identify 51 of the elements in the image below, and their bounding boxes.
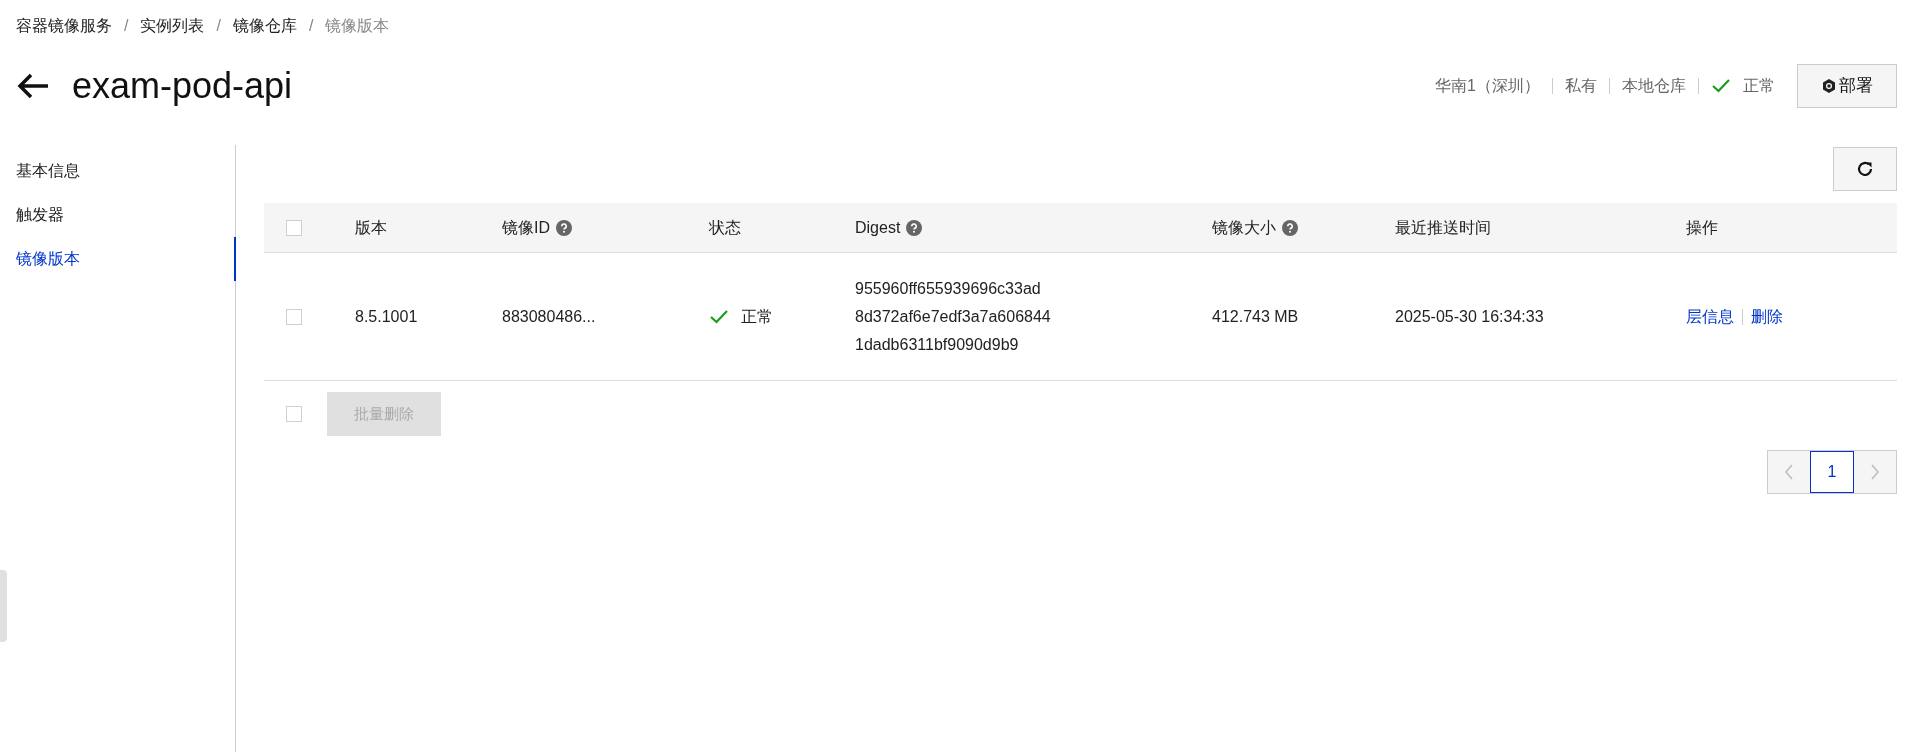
column-header: Digest <box>855 217 901 238</box>
breadcrumb-item[interactable]: 实例列表 <box>140 14 205 38</box>
side-tab[interactable] <box>0 570 7 642</box>
help-icon[interactable] <box>1282 219 1298 236</box>
status-text: 正常 <box>1743 76 1775 96</box>
breadcrumb-separator: / <box>308 16 314 36</box>
check-icon <box>1711 78 1731 94</box>
table-cell: 412.743 MB <box>1212 307 1299 325</box>
checkbox[interactable] <box>286 406 302 422</box>
column-header: 镜像ID <box>502 217 550 238</box>
breadcrumb-separator: / <box>124 16 129 36</box>
page-button[interactable]: 1 <box>1810 451 1854 493</box>
table-cell: 2025-05-30 16:34:33 <box>1395 307 1544 325</box>
previous-page-button[interactable] <box>1768 451 1810 493</box>
table-cell: 883080486... <box>502 307 596 325</box>
deploy-button[interactable]: 部署 <box>1797 64 1897 108</box>
column-header: 操作 <box>1686 217 1718 238</box>
column-header: 状态 <box>709 217 741 238</box>
refresh-button[interactable] <box>1833 147 1897 191</box>
next-page-button[interactable] <box>1854 451 1896 493</box>
breadcrumb-item[interactable]: 容器镜像服务 <box>16 14 112 38</box>
help-icon[interactable] <box>556 219 572 236</box>
action-link[interactable]: 删除 <box>1751 304 1783 329</box>
status-text: 正常 <box>741 306 773 327</box>
cube-icon <box>1821 78 1837 94</box>
sidebar-item[interactable]: 触发器 <box>0 193 236 237</box>
digest-line: 1dadb6311bf9090d9b9 <box>855 334 1020 355</box>
table-cell: 8.5.1001 <box>355 307 418 325</box>
page-title: exam-pod-api <box>72 64 293 108</box>
column-header: 镜像大小 <box>1212 217 1276 238</box>
repo-type-text: 本地仓库 <box>1622 76 1686 96</box>
chevron-right-icon <box>1870 463 1880 481</box>
sidebar-item[interactable]: 基本信息 <box>0 149 236 193</box>
column-header: 最近推送时间 <box>1395 217 1491 238</box>
column-header: 版本 <box>355 217 387 238</box>
help-icon[interactable] <box>906 219 923 236</box>
sidebar-item[interactable]: 镜像版本 <box>0 237 236 281</box>
digest-line: 8d372af6e7edf3a7a606844 <box>855 306 1052 327</box>
back-arrow-icon[interactable] <box>16 72 50 100</box>
checkbox[interactable] <box>286 308 302 325</box>
breadcrumb-item[interactable]: 镜像仓库 <box>232 14 297 38</box>
checkbox[interactable] <box>286 219 302 236</box>
breadcrumb-separator: / <box>216 16 221 36</box>
check-icon <box>709 308 729 325</box>
breadcrumb-item: 镜像版本 <box>325 16 390 36</box>
region-text: 华南1（深圳） <box>1435 76 1540 96</box>
chevron-left-icon <box>1784 463 1794 481</box>
digest-line: 955960ff655939696c33ad <box>855 278 1042 299</box>
visibility-text: 私有 <box>1565 76 1597 96</box>
action-link[interactable]: 层信息 <box>1686 304 1734 329</box>
refresh-icon <box>1856 160 1874 178</box>
